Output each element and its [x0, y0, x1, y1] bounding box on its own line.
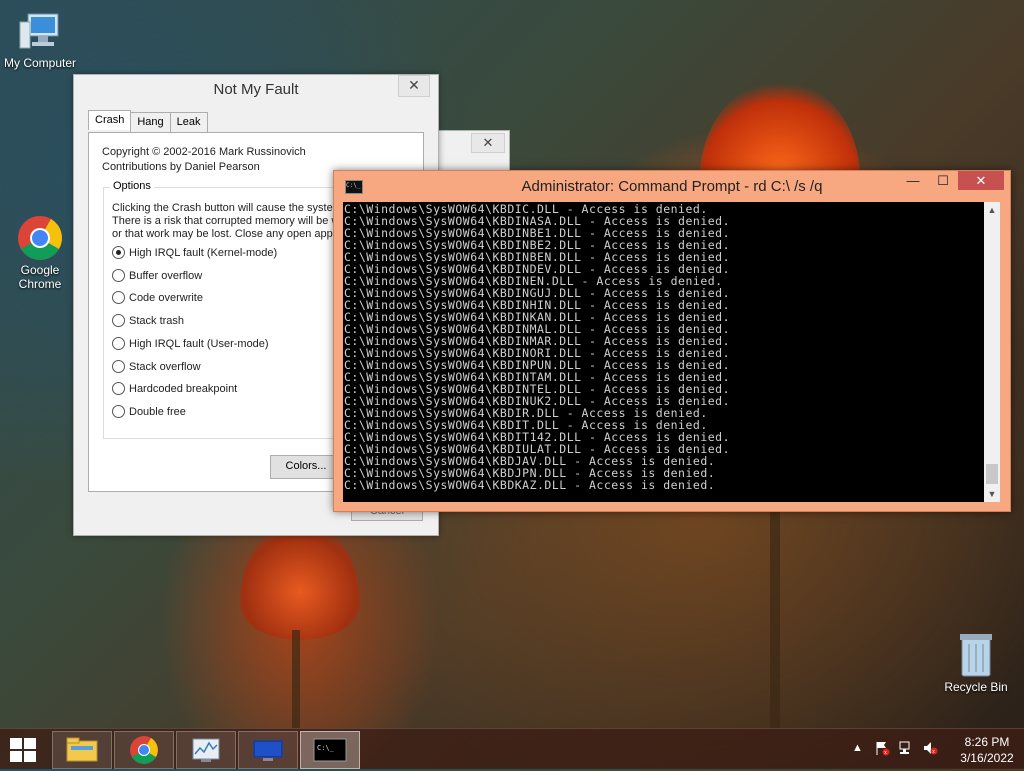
- scroll-down-icon[interactable]: ▼: [984, 486, 1000, 502]
- radio-indicator[interactable]: [112, 382, 125, 395]
- chrome-icon: [130, 736, 158, 764]
- radio-stack-overflow[interactable]: Stack overflow: [112, 360, 201, 373]
- console-lines: C:\Windows\SysWOW64\KBDIC.DLL - Access i…: [344, 203, 730, 491]
- desktop-icon-my-computer[interactable]: My Computer: [0, 8, 80, 70]
- tab-crash[interactable]: Crash: [88, 110, 132, 130]
- radio-label: Stack trash: [129, 314, 185, 327]
- background-window[interactable]: ✕: [434, 130, 510, 174]
- radio-code-overwrite[interactable]: Code overwrite: [112, 291, 203, 304]
- radio-buffer-overflow[interactable]: Buffer overflow: [112, 269, 202, 282]
- folder-icon: [66, 737, 98, 762]
- radio-double-free[interactable]: Double free: [112, 405, 186, 418]
- radio-selected-indicator[interactable]: [112, 246, 125, 259]
- monitor-icon: [252, 739, 284, 761]
- scrollbar-thumb[interactable]: [986, 464, 998, 484]
- radio-stack-trash[interactable]: Stack trash: [112, 314, 184, 327]
- taskbar-performance-monitor[interactable]: [176, 731, 236, 769]
- close-button[interactable]: ✕: [398, 75, 430, 97]
- radio-indicator[interactable]: [112, 360, 125, 373]
- radio-indicator[interactable]: [112, 337, 125, 350]
- radio-label: High IRQL fault (Kernel-mode): [129, 246, 278, 259]
- cmd-icon: C:\_: [313, 738, 347, 762]
- start-button[interactable]: [10, 738, 38, 762]
- taskbar-remote-desktop[interactable]: [238, 731, 298, 769]
- desktop-icon-label: Google Chrome: [18, 263, 62, 291]
- taskbar-google-chrome[interactable]: [114, 731, 174, 769]
- options-legend: Options: [110, 180, 154, 192]
- desktop-icon-label: My Computer: [3, 56, 77, 70]
- title-bar[interactable]: Not My Fault ✕: [74, 75, 438, 103]
- colors-button[interactable]: Colors...: [270, 455, 342, 479]
- radio-label: Buffer overflow: [129, 269, 203, 282]
- radio-label: Hardcoded breakpoint: [129, 382, 238, 395]
- taskbar-file-explorer[interactable]: [52, 731, 112, 769]
- tab-bar: Crash Hang Leak: [88, 110, 208, 132]
- radio-label: Double free: [129, 405, 186, 418]
- radio-label: Stack overflow: [129, 360, 201, 373]
- console-line: C:\Windows\SysWOW64\KBDKAZ.DLL - Access …: [344, 478, 716, 492]
- windows-logo-icon: [24, 738, 36, 749]
- radio-high-irql-user[interactable]: High IRQL fault (User-mode): [112, 337, 269, 350]
- minimize-button[interactable]: —: [900, 173, 926, 188]
- wallpaper-stem: [770, 500, 780, 728]
- tab-hang[interactable]: Hang: [130, 112, 171, 132]
- maximize-button[interactable]: ☐: [930, 173, 956, 189]
- close-button[interactable]: ✕: [958, 171, 1004, 190]
- windows-logo-icon: [24, 751, 36, 762]
- title-bar[interactable]: C:\_ Administrator: Command Prompt - rd …: [334, 171, 1010, 201]
- wallpaper-flower-bottom: [240, 520, 360, 640]
- desktop-icon-label: Recycle Bin: [944, 680, 1008, 694]
- action-center-flag-icon[interactable]: x: [874, 740, 890, 759]
- radio-label: High IRQL fault (User-mode): [129, 337, 269, 350]
- window-title: Not My Fault: [213, 81, 299, 98]
- radio-indicator[interactable]: [112, 314, 125, 327]
- chrome-icon: [17, 215, 63, 261]
- contributions-line: Contributions by Daniel Pearson: [102, 161, 260, 173]
- vertical-scrollbar[interactable]: ▲ ▼: [984, 202, 1000, 502]
- radio-indicator[interactable]: [112, 405, 125, 418]
- tab-leak[interactable]: Leak: [169, 112, 208, 132]
- desktop-icon-recycle-bin[interactable]: Recycle Bin: [936, 630, 1016, 694]
- clock-time: 8:26 PM: [964, 735, 1010, 749]
- radio-indicator[interactable]: [112, 269, 125, 282]
- taskbar-command-prompt[interactable]: C:\_: [300, 731, 360, 769]
- network-icon[interactable]: [898, 740, 914, 759]
- command-prompt-window: C:\_ Administrator: Command Prompt - rd …: [333, 170, 1011, 512]
- copyright-text: Copyright © 2002-2016 Mark Russinovich C…: [102, 145, 306, 175]
- performance-monitor-icon: [192, 738, 220, 762]
- radio-high-irql-kernel[interactable]: High IRQL fault (Kernel-mode): [112, 246, 277, 259]
- taskbar-clock[interactable]: 8:26 PM 3/16/2022: [954, 734, 1020, 766]
- scroll-up-icon[interactable]: ▲: [984, 202, 1000, 218]
- svg-text:C:\_: C:\_: [317, 744, 335, 752]
- console-output[interactable]: C:\Windows\SysWOW64\KBDIC.DLL - Access i…: [343, 202, 984, 502]
- desktop-icon-google-chrome[interactable]: Google Chrome: [0, 215, 80, 291]
- windows-logo-icon: [10, 751, 22, 762]
- wallpaper-stem: [292, 630, 300, 728]
- close-button[interactable]: ✕: [471, 133, 505, 153]
- show-hidden-icons-chevron-icon[interactable]: ▲: [852, 742, 863, 754]
- volume-muted-icon[interactable]: x: [922, 740, 938, 759]
- clock-date: 3/16/2022: [960, 751, 1014, 765]
- radio-hardcoded-breakpoint[interactable]: Hardcoded breakpoint: [112, 382, 237, 395]
- windows-logo-icon: [10, 738, 22, 749]
- computer-icon: [18, 8, 62, 54]
- copyright-line: Copyright © 2002-2016 Mark Russinovich: [102, 146, 306, 158]
- radio-label: Code overwrite: [129, 291, 203, 304]
- radio-indicator[interactable]: [112, 291, 125, 304]
- taskbar: C:\_ ▲ x x 8:26 PM 3/16/2022: [0, 728, 1024, 769]
- recycle-bin-icon: [956, 630, 996, 678]
